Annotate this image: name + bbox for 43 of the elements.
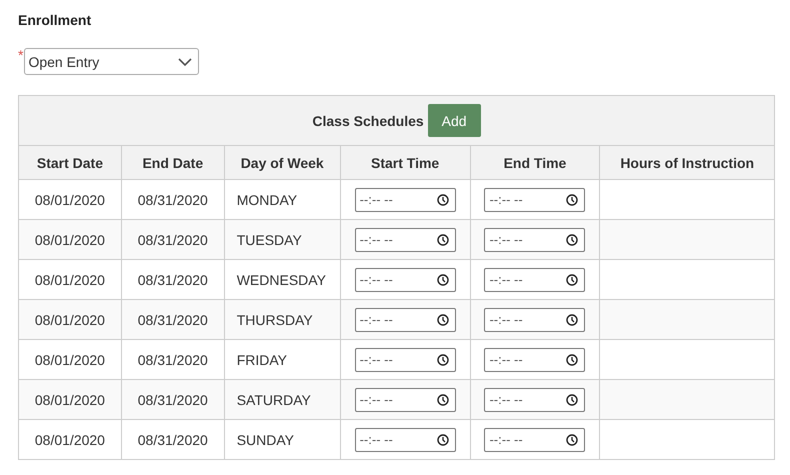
table-cell: 08/01/2020	[18, 420, 122, 460]
table-caption: Class Schedules	[312, 112, 424, 128]
clock-icon[interactable]	[436, 274, 449, 286]
clock-icon[interactable]	[566, 194, 578, 206]
column-header[interactable]: Day of Week	[224, 146, 340, 180]
chevron-down-icon	[178, 58, 192, 66]
clock-icon[interactable]	[566, 394, 578, 406]
time-field[interactable]: --:-- --	[354, 188, 456, 212]
time-field[interactable]: --:-- --	[354, 388, 456, 412]
clock-icon[interactable]	[566, 354, 578, 366]
clock-icon[interactable]	[436, 234, 449, 246]
time-field[interactable]: --:-- --	[354, 228, 456, 252]
clock-icon[interactable]	[436, 314, 449, 326]
clock-icon[interactable]	[436, 194, 449, 206]
column-header[interactable]: Start Time	[340, 146, 470, 180]
required-mark: *	[18, 48, 24, 62]
time-field[interactable]: --:-- --	[484, 268, 586, 292]
time-field[interactable]: --:-- --	[484, 308, 586, 332]
clock-icon[interactable]	[566, 314, 578, 326]
clock-icon[interactable]	[566, 234, 578, 246]
time-field[interactable]: --:-- --	[354, 268, 456, 292]
clock-icon[interactable]	[436, 354, 449, 366]
clock-icon[interactable]	[566, 434, 578, 446]
column-header[interactable]: End Time	[470, 146, 600, 180]
section-title: Enrollment	[18, 12, 92, 30]
time-field[interactable]: --:-- --	[484, 428, 586, 452]
clock-icon[interactable]	[436, 394, 449, 406]
add-button[interactable]: Add	[428, 104, 481, 137]
enrollment-type-dropdown[interactable]: Open Entry	[24, 48, 200, 75]
time-field[interactable]: --:-- --	[354, 308, 456, 332]
column-header[interactable]: Start Date	[18, 146, 122, 180]
time-field[interactable]: --:-- --	[484, 188, 586, 212]
clock-icon[interactable]	[436, 434, 449, 446]
time-field[interactable]: --:-- --	[484, 228, 586, 252]
table-cell: 08/31/2020	[121, 420, 224, 460]
table-cell: SUNDAY	[224, 420, 340, 460]
column-header[interactable]: End Date	[121, 146, 224, 180]
time-field[interactable]: --:-- --	[354, 428, 456, 452]
time-field[interactable]: --:-- --	[484, 348, 586, 372]
column-header[interactable]: Hours of Instruction	[600, 146, 774, 180]
clock-icon[interactable]	[566, 274, 578, 286]
time-field[interactable]: --:-- --	[484, 388, 586, 412]
time-field[interactable]: --:-- --	[354, 348, 456, 372]
